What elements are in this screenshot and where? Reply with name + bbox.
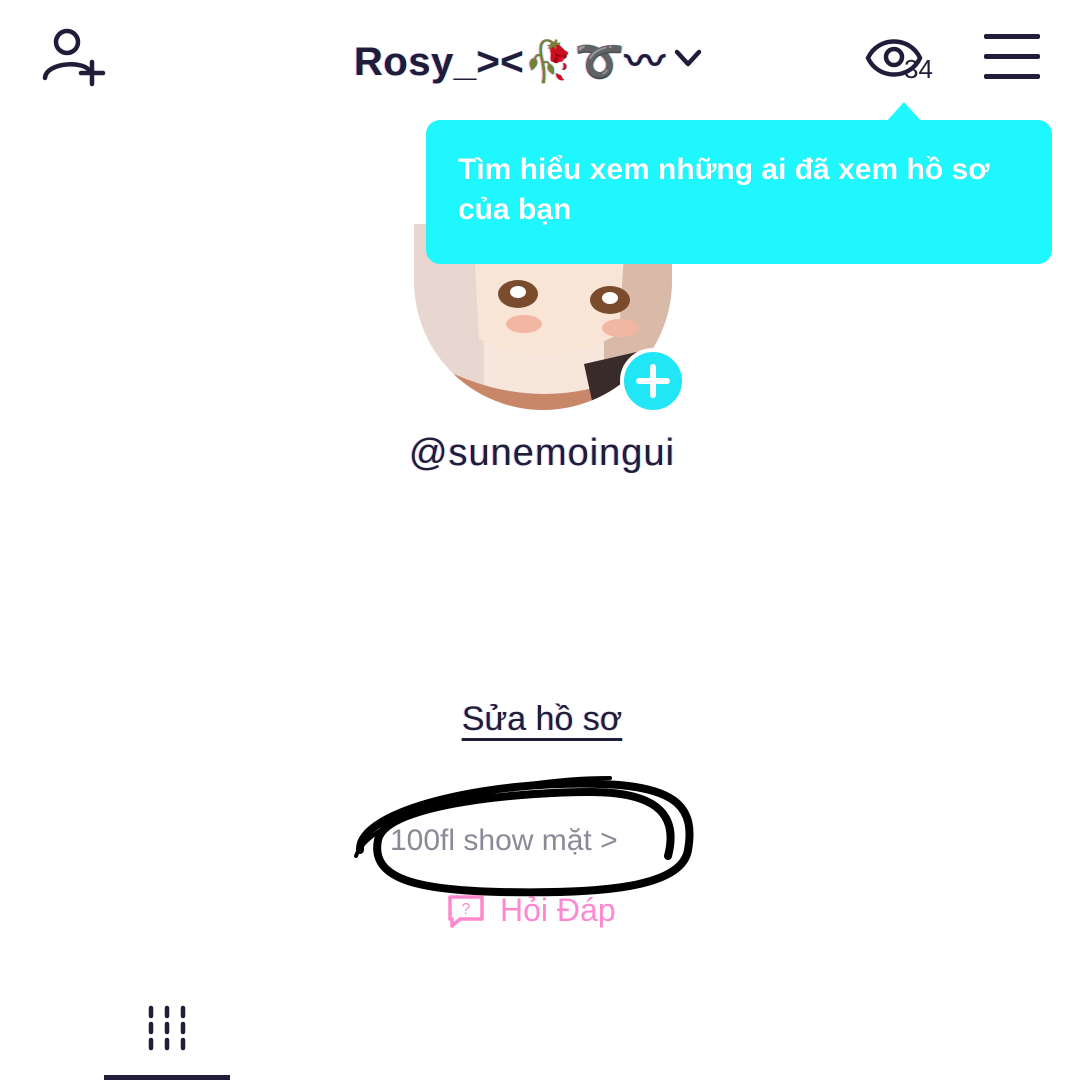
qa-button[interactable]: ? Hỏi Đáp <box>446 892 616 929</box>
svg-text:?: ? <box>462 901 471 918</box>
menu-button[interactable] <box>984 34 1040 80</box>
tooltip-text: Tìm hiểu xem những ai đã xem hồ sơ của b… <box>458 153 990 226</box>
active-tab-indicator <box>104 1075 230 1080</box>
add-friend-button[interactable] <box>40 26 110 90</box>
profile-views-count: 34 <box>904 54 933 84</box>
qa-label: Hỏi Đáp <box>500 892 616 928</box>
add-story-button[interactable] <box>620 348 686 414</box>
chevron-down-icon <box>675 49 702 67</box>
plus-icon <box>636 364 670 398</box>
bio-text: 100fl show mặt > <box>390 824 618 857</box>
edit-profile-row: Sửa hồ sơ <box>0 700 1084 739</box>
menu-icon <box>984 34 1040 79</box>
account-switcher[interactable]: Rosy_><🥀➰〰 <box>354 30 703 86</box>
edit-profile-button[interactable]: Sửa hồ sơ <box>462 700 622 738</box>
profile-views-tooltip[interactable]: Tìm hiểu xem những ai đã xem hồ sơ của b… <box>426 102 1052 264</box>
question-bubble-icon: ? <box>448 894 484 928</box>
bio-area: 100fl show mặt > <box>350 770 700 900</box>
user-handle: @sunemoingui <box>408 432 676 474</box>
profile-page: Rosy_><🥀➰〰 34 Tìm hiểu xem những ai đã x… <box>0 0 1084 1080</box>
grid-icon <box>148 1005 186 1051</box>
add-user-icon <box>42 28 106 87</box>
tab-videos-grid[interactable] <box>104 1000 230 1080</box>
username: Rosy_><🥀➰〰 <box>354 40 666 84</box>
profile-views-button[interactable]: 34 <box>864 30 950 86</box>
